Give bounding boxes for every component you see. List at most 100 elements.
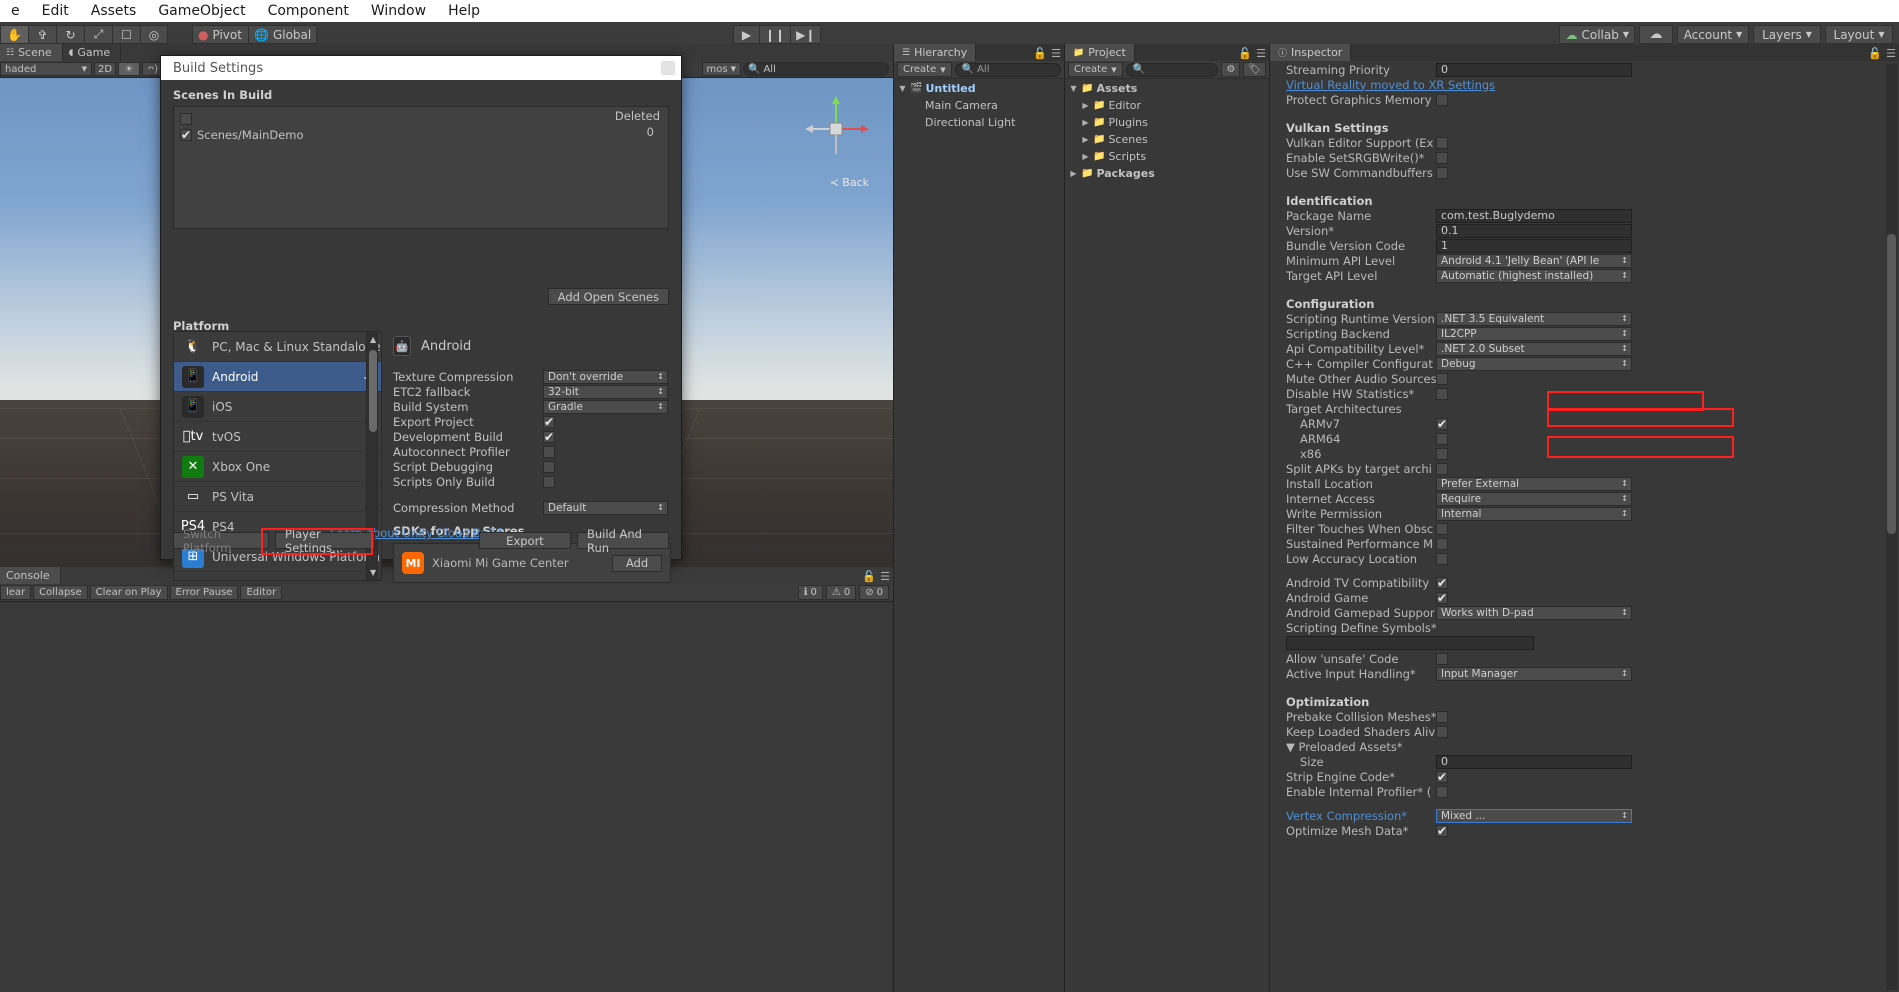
build-option-dropdown[interactable]: 32-bit↕ bbox=[543, 385, 668, 399]
transform-tool-button[interactable]: ◎ bbox=[140, 25, 168, 44]
lock-icon[interactable]: 🔓 bbox=[1868, 47, 1882, 60]
tree-item[interactable]: ▶📁Plugins bbox=[1065, 114, 1269, 131]
rotate-tool-button[interactable]: ↻ bbox=[56, 25, 84, 44]
tab-console[interactable]: Console bbox=[0, 567, 61, 584]
export-button[interactable]: Export bbox=[479, 532, 571, 549]
collab-button[interactable]: ☁ Collab ▼ bbox=[1559, 25, 1635, 44]
layout-button[interactable]: Layout ▼ bbox=[1825, 25, 1893, 44]
inspector-dropdown[interactable]: Input Manager↕ bbox=[1436, 667, 1632, 681]
build-option-dropdown[interactable]: Don't override↕ bbox=[543, 370, 668, 384]
inspector-checkbox[interactable] bbox=[1436, 433, 1448, 445]
project-filter-label-button[interactable]: 🏷 bbox=[1243, 62, 1266, 77]
inspector-dropdown[interactable]: Internal↕ bbox=[1436, 507, 1632, 521]
build-option-dropdown[interactable]: Default↕ bbox=[543, 501, 668, 515]
inspector-dropdown[interactable]: Debug↕ bbox=[1436, 357, 1632, 371]
inspector-text-input[interactable]: 1 bbox=[1436, 239, 1632, 253]
tree-item[interactable]: ▼🎬Untitled bbox=[894, 80, 1064, 97]
inspector-scroll-thumb[interactable] bbox=[1887, 234, 1896, 534]
inspector-checkbox[interactable] bbox=[1436, 137, 1448, 149]
inspector-checkbox[interactable] bbox=[1436, 726, 1448, 738]
toggle-2d-button[interactable]: 2D bbox=[94, 62, 116, 76]
inspector-checkbox[interactable] bbox=[1436, 653, 1448, 665]
inspector-checkbox[interactable] bbox=[1436, 786, 1448, 798]
kebab-icon[interactable]: ☰ bbox=[1256, 47, 1266, 60]
chevron-down-icon[interactable]: ▼ bbox=[1069, 84, 1078, 93]
inspector-checkbox[interactable] bbox=[1436, 463, 1448, 475]
chevron-right-icon[interactable]: ▶ bbox=[1081, 101, 1090, 110]
pause-button[interactable]: ❙❙ bbox=[759, 25, 790, 44]
scene-row[interactable]: Scenes/MainDemo bbox=[180, 127, 662, 143]
menu-item-window[interactable]: Window bbox=[360, 3, 437, 19]
menu-item-gameobject[interactable]: GameObject bbox=[147, 3, 256, 19]
switch-platform-button[interactable]: Switch Platform bbox=[173, 532, 269, 549]
scroll-down-icon[interactable]: ▼ bbox=[370, 568, 376, 577]
inspector-dropdown[interactable]: .NET 2.0 Subset↕ bbox=[1436, 342, 1632, 356]
inspector-dropdown[interactable]: Automatic (highest installed)↕ bbox=[1436, 269, 1632, 283]
layers-button[interactable]: Layers ▼ bbox=[1753, 25, 1821, 44]
inspector-checkbox[interactable] bbox=[1436, 592, 1448, 604]
inspector-dropdown[interactable]: Android 4.1 'Jelly Bean' (API lе↕ bbox=[1436, 254, 1632, 268]
tab-hierarchy[interactable]: ☰ Hierarchy bbox=[894, 44, 976, 61]
sdk-add-button[interactable]: Add bbox=[612, 555, 662, 572]
platform-item-ps-vita[interactable]: ▭PS Vita bbox=[174, 482, 381, 512]
close-icon[interactable] bbox=[661, 61, 675, 75]
inspector-dropdown[interactable]: Works with D-pad↕ bbox=[1436, 606, 1632, 620]
inspector-dropdown[interactable]: Mixed ...↕ bbox=[1436, 809, 1632, 823]
tab-scene[interactable]: ☷ Scene bbox=[0, 44, 63, 61]
project-tree[interactable]: ▼📁Assets▶📁Editor▶📁Plugins▶📁Scenes▶📁Scrip… bbox=[1065, 80, 1269, 182]
build-settings-window[interactable]: Build Settings Scenes In Build Deleted 0… bbox=[160, 55, 682, 560]
hierarchy-panel-menu[interactable]: 🔓 ☰ bbox=[1033, 47, 1061, 60]
hierarchy-create-button[interactable]: Create ▼ bbox=[897, 62, 952, 77]
inspector-checkbox[interactable] bbox=[1436, 553, 1448, 565]
inspector-checkbox[interactable] bbox=[1436, 538, 1448, 550]
hand-tool-button[interactable]: ✋ bbox=[0, 25, 28, 44]
global-toggle[interactable]: 🌐 Global bbox=[248, 25, 317, 44]
scene-orientation-label[interactable]: ≺ Back bbox=[830, 176, 869, 189]
tab-inspector[interactable]: ⓘ Inspector bbox=[1270, 44, 1351, 61]
menu-item-component[interactable]: Component bbox=[257, 3, 360, 19]
build-option-checkbox[interactable] bbox=[543, 476, 555, 488]
console-count-info[interactable]: ℹ0 bbox=[798, 585, 823, 600]
console-panel-menu[interactable]: 🔓 ☰ bbox=[862, 570, 890, 583]
hierarchy-tree[interactable]: ▼🎬UntitledMain CameraDirectional Light bbox=[894, 80, 1064, 131]
inspector-text-input[interactable]: 0 bbox=[1436, 63, 1632, 77]
inspector-checkbox[interactable] bbox=[1436, 523, 1448, 535]
inspector-text-input[interactable]: com.test.Buglydemo bbox=[1436, 209, 1632, 223]
account-button[interactable]: Account ▼ bbox=[1677, 25, 1749, 44]
build-and-run-button[interactable]: Build And Run bbox=[577, 532, 669, 549]
tree-item[interactable]: ▼📁Assets bbox=[1065, 80, 1269, 97]
inspector-checkbox[interactable] bbox=[1436, 167, 1448, 179]
console-button-editor[interactable]: Editor bbox=[240, 585, 282, 600]
inspector-dropdown[interactable]: Prefer External↕ bbox=[1436, 477, 1632, 491]
tab-game[interactable]: ◖ Game bbox=[63, 44, 122, 61]
inspector-checkbox[interactable] bbox=[1436, 94, 1448, 106]
inspector-text-input[interactable]: 0 bbox=[1436, 755, 1632, 769]
inspector-checkbox[interactable] bbox=[1436, 373, 1448, 385]
play-button[interactable]: ▶ bbox=[733, 25, 759, 44]
platform-item-ios[interactable]: 📱iOS bbox=[174, 392, 381, 422]
chevron-right-icon[interactable]: ▶ bbox=[1081, 118, 1090, 127]
step-button[interactable]: ▶❙ bbox=[790, 25, 821, 44]
inspector-dropdown[interactable]: Require↕ bbox=[1436, 492, 1632, 506]
kebab-icon[interactable]: ☰ bbox=[880, 570, 890, 583]
project-panel-menu[interactable]: 🔓 ☰ bbox=[1238, 47, 1266, 60]
console-button-error-pause[interactable]: Error Pause bbox=[170, 585, 239, 600]
inspector-panel-menu[interactable]: 🔓 ☰ bbox=[1868, 47, 1896, 60]
chevron-right-icon[interactable]: ▶ bbox=[1081, 135, 1090, 144]
scenes-in-build-list[interactable]: Deleted 0 Scenes/MainDemo bbox=[173, 106, 669, 229]
tree-item[interactable]: Main Camera bbox=[894, 97, 1064, 114]
chevron-right-icon[interactable]: ▶ bbox=[1081, 152, 1090, 161]
inspector-dropdown[interactable]: .NET 3.5 Equivalent↕ bbox=[1436, 312, 1632, 326]
project-filter-type-button[interactable]: ⚙ bbox=[1221, 62, 1240, 77]
build-option-dropdown[interactable]: Gradle↕ bbox=[543, 400, 668, 414]
console-button-lear[interactable]: lear bbox=[0, 585, 31, 600]
kebab-icon[interactable]: ☰ bbox=[1886, 47, 1896, 60]
player-settings-button[interactable]: Player Settings... bbox=[275, 532, 375, 549]
scene-axis-gizmo[interactable] bbox=[801, 94, 871, 164]
rect-tool-button[interactable]: ☐ bbox=[112, 25, 140, 44]
cloud-button[interactable]: ☁ bbox=[1639, 25, 1673, 44]
inspector-checkbox[interactable] bbox=[1436, 448, 1448, 460]
lock-icon[interactable]: 🔓 bbox=[1033, 47, 1047, 60]
platform-item-android[interactable]: 📱Android◁ bbox=[174, 362, 381, 392]
project-search-input[interactable]: 🔍 bbox=[1126, 63, 1219, 77]
